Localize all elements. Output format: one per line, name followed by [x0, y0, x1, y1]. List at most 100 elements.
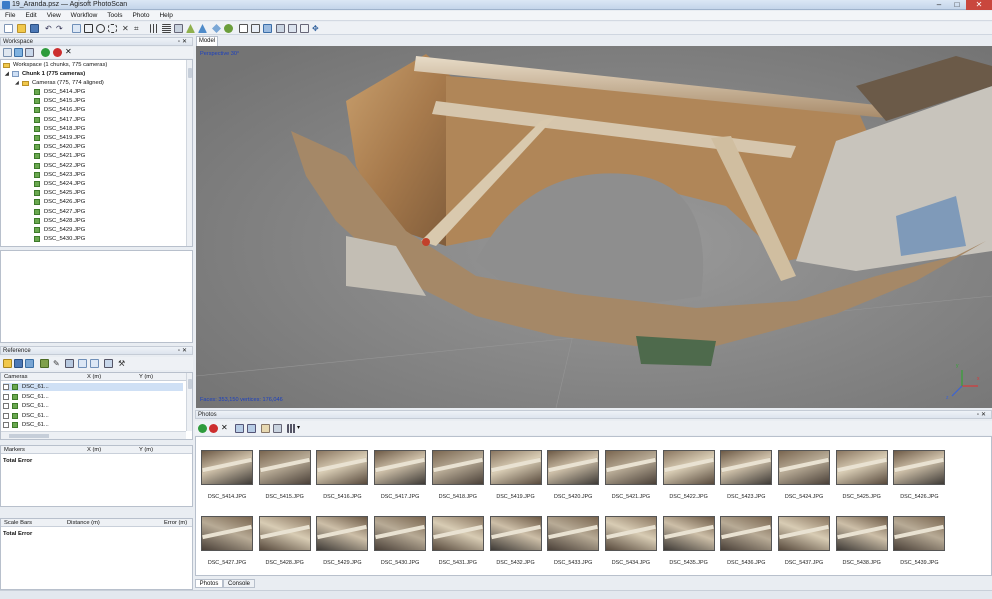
edit-icon[interactable]: ✎ — [53, 359, 62, 368]
tree-camera-item[interactable]: DSC_5427.JPG — [34, 208, 85, 216]
collapse-icon[interactable]: ◢ — [5, 70, 10, 78]
textured-icon[interactable] — [198, 24, 207, 33]
add-folder-icon[interactable] — [25, 48, 34, 57]
tree-camera-item[interactable]: DSC_5429.JPG — [34, 226, 85, 234]
row-checkbox[interactable] — [3, 384, 9, 390]
navigation-icon[interactable] — [263, 24, 272, 33]
photo-thumbnail[interactable] — [835, 450, 888, 485]
pane-controls[interactable]: ▫✕ — [178, 347, 189, 355]
solid-icon[interactable] — [186, 24, 195, 33]
tab-console[interactable]: Console — [223, 579, 255, 588]
minimize-button[interactable]: – — [930, 0, 948, 10]
col-x[interactable]: X (m) — [87, 373, 101, 381]
select-icon[interactable] — [72, 24, 81, 33]
pane-controls[interactable]: ▫✕ — [977, 411, 988, 419]
view-estimated-icon[interactable] — [78, 359, 87, 368]
reset-view-icon[interactable] — [224, 24, 233, 33]
photo-thumbnail[interactable] — [720, 450, 773, 485]
photo-thumbnail[interactable] — [893, 516, 946, 551]
maximize-button[interactable]: □ — [948, 0, 966, 10]
tree-camera-item[interactable]: DSC_5417.JPG — [34, 116, 85, 124]
tree-camera-item[interactable]: DSC_5415.JPG — [34, 97, 85, 105]
photo-thumbnail[interactable] — [547, 516, 600, 551]
tree-camera-item[interactable]: DSC_5421.JPG — [34, 152, 85, 160]
remove-icon[interactable]: ✕ — [65, 47, 74, 56]
filter-icon[interactable] — [273, 424, 282, 433]
photo-thumbnail[interactable] — [374, 450, 427, 485]
col-markers[interactable]: Markers — [4, 446, 25, 454]
scroll-thumb[interactable] — [188, 68, 192, 78]
tree-camera-item[interactable]: DSC_5416.JPG — [34, 106, 85, 114]
tree-camera-item[interactable]: DSC_5426.JPG — [34, 198, 85, 206]
save-icon[interactable] — [30, 24, 39, 33]
shaded-icon[interactable] — [174, 24, 183, 33]
tree-camera-item[interactable]: DSC_5419.JPG — [34, 134, 85, 142]
tree-camera-item[interactable]: DSC_5418.JPG — [34, 125, 85, 133]
photo-thumbnail[interactable] — [374, 516, 427, 551]
col-distance[interactable]: Distance (m) — [67, 519, 100, 527]
rotate-left-icon[interactable] — [235, 424, 244, 433]
menu-file[interactable]: File — [0, 11, 20, 21]
point-cloud-icon[interactable] — [150, 24, 159, 33]
rect-select-icon[interactable] — [84, 24, 93, 33]
tree-workspace-root[interactable]: Workspace (1 chunks, 775 cameras) — [3, 61, 107, 69]
tree-chunk[interactable]: ◢ Chunk 1 (775 cameras) — [5, 70, 85, 78]
col-error[interactable]: Error (m) — [164, 519, 187, 527]
photo-thumbnail[interactable] — [316, 516, 369, 551]
disable-icon[interactable] — [53, 48, 62, 57]
col-y[interactable]: Y (m) — [139, 446, 153, 454]
col-scale-bars[interactable]: Scale Bars — [4, 519, 32, 527]
new-icon[interactable] — [4, 24, 13, 33]
photo-thumbnail[interactable] — [604, 516, 657, 551]
show-cameras-icon[interactable] — [212, 24, 221, 33]
undo-icon[interactable]: ↶ — [45, 24, 54, 33]
enable-icon[interactable] — [41, 48, 50, 57]
settings-icon[interactable] — [104, 359, 113, 368]
redo-icon[interactable]: ↷ — [56, 24, 65, 33]
tree-camera-item[interactable]: DSC_5430.JPG — [34, 235, 85, 243]
photo-thumbnail[interactable] — [893, 450, 946, 485]
photo-thumbnail[interactable] — [662, 516, 715, 551]
photo-thumbnail[interactable] — [720, 516, 773, 551]
photo-thumbnail[interactable] — [258, 450, 311, 485]
reference-row[interactable]: DSC_61... — [3, 393, 183, 401]
import-icon[interactable] — [3, 359, 12, 368]
photo-thumbnail[interactable] — [431, 450, 484, 485]
tree-cameras-folder[interactable]: ◢ Cameras (775, 774 aligned) — [15, 79, 104, 87]
export-icon[interactable] — [14, 359, 23, 368]
circle-select-icon[interactable] — [96, 24, 105, 33]
scroll-thumb[interactable] — [188, 379, 192, 389]
pane-controls[interactable]: ▫✕ — [178, 38, 189, 46]
menu-workflow[interactable]: Workflow — [66, 11, 103, 21]
enable-icon[interactable] — [198, 424, 207, 433]
tree-camera-item[interactable]: DSC_5414.JPG — [34, 88, 85, 96]
zoom-out-icon[interactable] — [251, 24, 260, 33]
photo-thumbnail[interactable] — [489, 450, 542, 485]
grid-icon[interactable] — [288, 24, 297, 33]
reset-mask-icon[interactable] — [261, 424, 270, 433]
reference-row[interactable]: DSC_61... — [3, 383, 183, 391]
zoom-in-icon[interactable] — [239, 24, 248, 33]
reference-row[interactable]: DSC_61... — [3, 402, 183, 410]
photo-thumbnail[interactable] — [778, 516, 830, 551]
photo-thumbnail[interactable] — [662, 450, 715, 485]
texture-icon[interactable] — [300, 24, 309, 33]
reference-scrollbar[interactable] — [186, 373, 192, 431]
reference-row[interactable]: DSC_61... — [3, 412, 183, 420]
tree-camera-item[interactable]: DSC_5420.JPG — [34, 143, 85, 151]
h-scrollbar[interactable] — [1, 431, 186, 439]
update-icon[interactable] — [25, 359, 34, 368]
tab-photos[interactable]: Photos — [195, 579, 223, 588]
col-x[interactable]: X (m) — [87, 446, 101, 454]
photo-thumbnail[interactable] — [604, 450, 657, 485]
menu-help[interactable]: Help — [154, 11, 177, 21]
free-select-icon[interactable] — [108, 24, 117, 33]
menu-tools[interactable]: Tools — [102, 11, 127, 21]
photo-thumbnail[interactable] — [201, 516, 253, 551]
tree-camera-item[interactable]: DSC_5422.JPG — [34, 162, 85, 170]
row-checkbox[interactable] — [3, 393, 9, 400]
photo-thumbnail[interactable] — [547, 450, 600, 485]
photo-thumbnail[interactable] — [431, 516, 484, 551]
workspace-scrollbar[interactable] — [186, 60, 192, 246]
tree-camera-item[interactable]: DSC_5425.JPG — [34, 189, 85, 197]
